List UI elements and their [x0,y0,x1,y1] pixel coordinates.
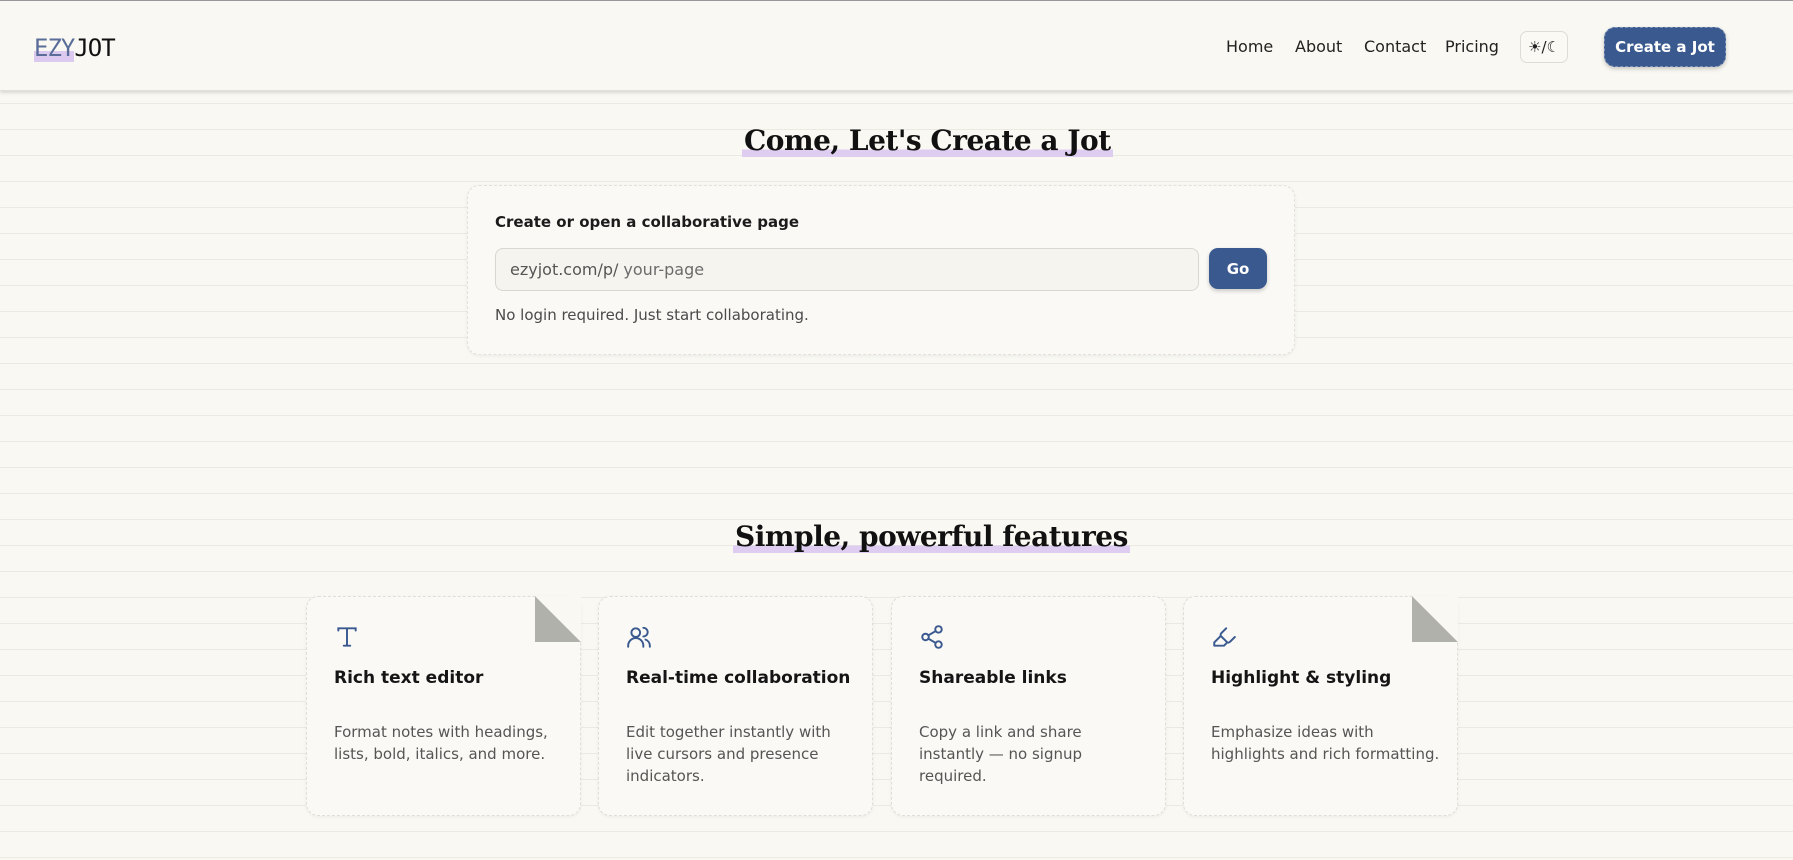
hero-title: Come, Let's Create a Jot [742,124,1113,157]
nav-home[interactable]: Home [1226,37,1273,56]
feature-card-rich-text: Rich text editor Format notes with headi… [306,596,581,816]
ezyjot-logo[interactable]: EZYJOT [34,34,116,62]
page-fold-corner [535,596,581,642]
highlighter-icon [1213,627,1236,647]
page-name-input[interactable] [623,260,1104,279]
create-page-label: Create or open a collaborative page [495,213,800,231]
logo-part-jot: JOT [74,34,115,62]
site-header: EZYJOT Home About Contact Pricing ☀/☾ Cr… [0,1,1793,91]
url-prefix: ezyjot.com/p/ [510,260,619,279]
feature-title: Shareable links [919,668,1067,688]
feature-description: Copy a link and share instantly — no sig… [919,723,1083,785]
feature-title: Real-time collaboration [626,668,851,688]
feature-description: Format notes with headings, lists, bold,… [334,723,548,763]
feature-description: Emphasize ideas with highlights and rich… [1211,723,1440,763]
theme-toggle-button[interactable]: ☀/☾ [1520,31,1568,63]
text-icon [337,627,357,647]
no-login-note: No login required. Just start collaborat… [495,306,809,324]
page-url-field[interactable]: ezyjot.com/p/ [495,248,1199,291]
feature-title: Rich text editor [334,668,484,688]
share-icon [921,625,943,649]
feature-description: Edit together instantly with live cursor… [626,723,831,785]
create-page-panel: Create or open a collaborative page ezyj… [467,185,1295,355]
nav-contact[interactable]: Contact [1364,37,1426,56]
feature-card-highlight: Highlight & styling Emphasize ideas with… [1183,596,1458,816]
create-jot-button[interactable]: Create a Jot [1604,27,1726,67]
feature-title: Highlight & styling [1211,668,1392,688]
nav-pricing[interactable]: Pricing [1445,37,1499,56]
users-icon [627,626,651,648]
logo-part-ezy: EZY [34,34,75,62]
page-fold-corner [1412,596,1458,642]
nav-about[interactable]: About [1295,37,1342,56]
go-button[interactable]: Go [1209,248,1267,289]
feature-card-collaboration: Real-time collaboration Edit together in… [598,596,873,816]
feature-card-shareable-links: Shareable links Copy a link and share in… [891,596,1166,816]
features-title: Simple, powerful features [733,520,1130,553]
